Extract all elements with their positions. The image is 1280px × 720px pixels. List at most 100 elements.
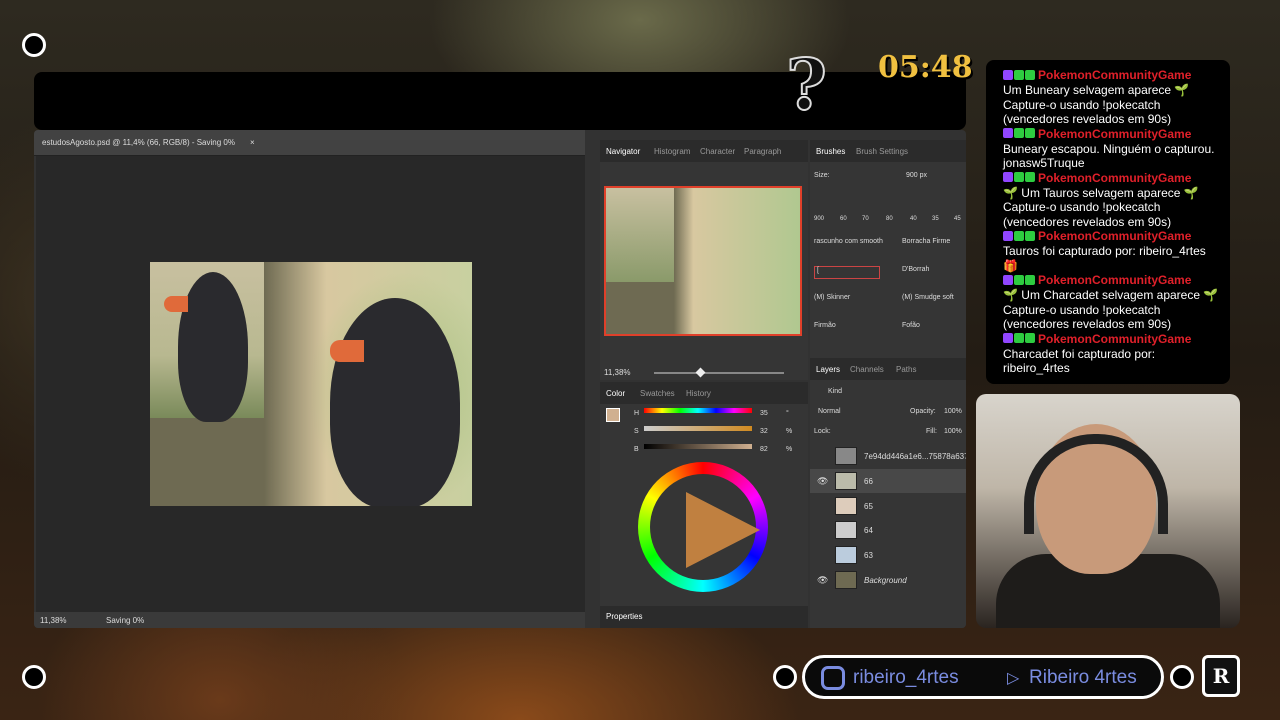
instagram-icon xyxy=(821,666,845,690)
brush-name[interactable]: Fofão xyxy=(902,322,920,329)
artwork-canvas[interactable] xyxy=(150,262,472,506)
brush-name[interactable]: [ xyxy=(814,266,880,279)
eye-icon[interactable]: 👁 xyxy=(817,575,828,586)
tab-color[interactable]: Color xyxy=(606,389,625,398)
stream-timer: 05:48 xyxy=(878,50,973,85)
status-bar: 11,38% Saving 0% xyxy=(34,612,585,628)
question-mark-icon: ? xyxy=(785,43,828,126)
layer-row[interactable]: 👁 Background xyxy=(810,568,966,592)
layer-row[interactable]: 63 xyxy=(810,543,966,567)
brush-name[interactable]: Borracha Firme xyxy=(902,238,950,245)
tab-history[interactable]: History xyxy=(686,389,711,398)
brush-preset-5[interactable]: 35 xyxy=(932,216,939,222)
chat-text: Charcadet foi capturado por: ribeiro_4rt… xyxy=(1003,346,1156,376)
headphones-icon xyxy=(1024,434,1168,534)
channel-logo: R xyxy=(1202,655,1240,697)
corner-dot-bottom-mid xyxy=(773,665,797,689)
foreground-swatch[interactable] xyxy=(606,408,620,422)
chat-badges-icon xyxy=(1003,171,1036,186)
chat-message: PokemonCommunityGame 🌱 Um Charcadet selva… xyxy=(1003,273,1222,332)
saturation-slider[interactable] xyxy=(644,426,752,431)
corner-dot-bottom-right xyxy=(1170,665,1194,689)
chat-message: PokemonCommunityGame Charcadet foi captur… xyxy=(1003,332,1222,376)
brush-name[interactable]: (M) Smudge soft xyxy=(902,294,954,301)
brush-name[interactable]: (M) Skinner xyxy=(814,294,850,301)
chat-message: PokemonCommunityGame Tauros foi capturado… xyxy=(1003,229,1222,273)
reference-photo xyxy=(150,262,264,422)
brush-preset-1[interactable]: 60 xyxy=(840,216,847,222)
instagram-handle: ribeiro_4rtes xyxy=(853,667,959,688)
tab-character[interactable]: Character xyxy=(700,147,735,156)
chat-message: PokemonCommunityGame Um Buneary selvagem … xyxy=(1003,68,1222,127)
brush-size-value[interactable]: 900 px xyxy=(906,172,927,179)
tab-channels[interactable]: Channels xyxy=(850,365,884,374)
navigator-zoom[interactable]: 11,38% xyxy=(604,368,631,377)
layer-row[interactable]: 7e94dd446a1e6...75878a637ed0 xyxy=(810,444,966,468)
chat-text: Um Buneary selvagem aparece 🌱 Capture-o … xyxy=(1003,83,1190,127)
chat-badges-icon xyxy=(1003,230,1036,245)
properties-panel: Properties xyxy=(600,606,808,628)
youtube-name: Ribeiro 4rtes xyxy=(1029,667,1137,688)
chat-badges-icon xyxy=(1003,274,1036,289)
brush-preset-6[interactable]: 45 xyxy=(954,216,961,222)
document-tab[interactable]: estudosAgosto.psd @ 11,4% (66, RGB/8) - … xyxy=(34,130,585,156)
hue-slider[interactable] xyxy=(644,408,752,413)
layer-row[interactable]: 64 xyxy=(810,518,966,542)
chat-username: PokemonCommunityGame xyxy=(1038,229,1192,244)
tab-navigator[interactable]: Navigator xyxy=(606,147,640,156)
status-text: Saving 0% xyxy=(106,616,145,625)
chat-username: PokemonCommunityGame xyxy=(1038,126,1192,141)
tab-brush-settings[interactable]: Brush Settings xyxy=(856,147,908,156)
tab-layers[interactable]: Layers xyxy=(816,365,840,374)
navigator-zoom-slider[interactable] xyxy=(654,372,784,374)
painting-in-progress xyxy=(264,262,472,506)
chat-message: PokemonCommunityGame 🌱 Um Tauros selvagem… xyxy=(1003,171,1222,230)
brush-name[interactable]: D'Borrah xyxy=(902,266,929,273)
brush-name[interactable]: rascunho com smooth xyxy=(814,238,883,245)
tab-paragraph[interactable]: Paragraph xyxy=(744,147,781,156)
brightness-slider[interactable] xyxy=(644,444,752,449)
tab-properties[interactable]: Properties xyxy=(606,612,642,621)
tab-brushes[interactable]: Brushes xyxy=(816,147,845,156)
navigator-preview[interactable] xyxy=(604,186,802,336)
corner-dot-top-left xyxy=(22,33,46,57)
chat-badges-icon xyxy=(1003,69,1036,84)
social-bar: ribeiro_4rtes ▷ Ribeiro 4rtes xyxy=(802,655,1164,699)
chat-text: 🌱 Um Charcadet selvagem aparece 🌱 Captur… xyxy=(1003,288,1219,332)
layer-filter-kind[interactable]: Kind xyxy=(828,388,842,395)
brush-preset-2[interactable]: 70 xyxy=(862,216,869,222)
chat-username: PokemonCommunityGame xyxy=(1038,331,1192,346)
close-icon[interactable]: × xyxy=(250,138,255,147)
layer-row[interactable]: 65 xyxy=(810,494,966,518)
brush-name[interactable]: Firmão xyxy=(814,322,836,329)
chat-overlay: PokemonCommunityGame Um Buneary selvagem … xyxy=(986,60,1230,384)
eye-icon[interactable]: 👁 xyxy=(817,476,828,487)
tab-paths[interactable]: Paths xyxy=(896,365,916,374)
chat-username: PokemonCommunityGame xyxy=(1038,68,1192,82)
blend-mode-select[interactable]: Normal xyxy=(818,408,841,415)
photoshop-window: estudosAgosto.psd @ 11,4% (66, RGB/8) - … xyxy=(34,130,966,628)
color-wheel[interactable] xyxy=(638,462,768,592)
chat-text: Tauros foi capturado por: ribeiro_4rtes … xyxy=(1003,244,1206,273)
opacity-value[interactable]: 100% xyxy=(944,408,962,415)
chat-username: PokemonCommunityGame xyxy=(1038,170,1192,185)
document-tab-title: estudosAgosto.psd @ 11,4% (66, RGB/8) - … xyxy=(42,138,235,147)
brush-preset-4[interactable]: 40 xyxy=(910,216,917,222)
tab-swatches[interactable]: Swatches xyxy=(640,389,675,398)
tab-histogram[interactable]: Histogram xyxy=(654,147,690,156)
chat-badges-icon xyxy=(1003,127,1036,142)
brush-preset-3[interactable]: 80 xyxy=(886,216,893,222)
status-zoom: 11,38% xyxy=(40,616,67,625)
chat-badges-icon xyxy=(1003,332,1036,347)
webcam-feed xyxy=(976,394,1240,628)
chat-message: PokemonCommunityGame Buneary escapou. Nin… xyxy=(1003,127,1222,171)
brushes-panel: Brushes Brush Settings Size: 900 px 900 … xyxy=(810,140,966,358)
chat-text: Buneary escapou. Ninguém o capturou. jon… xyxy=(1003,141,1215,171)
chat-text: 🌱 Um Tauros selvagem aparece 🌱 Capture-o… xyxy=(1003,185,1199,229)
color-triangle[interactable] xyxy=(686,492,760,568)
chat-username: PokemonCommunityGame xyxy=(1038,273,1192,288)
canvas-area[interactable] xyxy=(36,156,585,612)
fill-value[interactable]: 100% xyxy=(944,428,962,435)
layer-row[interactable]: 👁 66 xyxy=(810,469,966,493)
brush-preset-0[interactable]: 900 xyxy=(814,216,824,222)
